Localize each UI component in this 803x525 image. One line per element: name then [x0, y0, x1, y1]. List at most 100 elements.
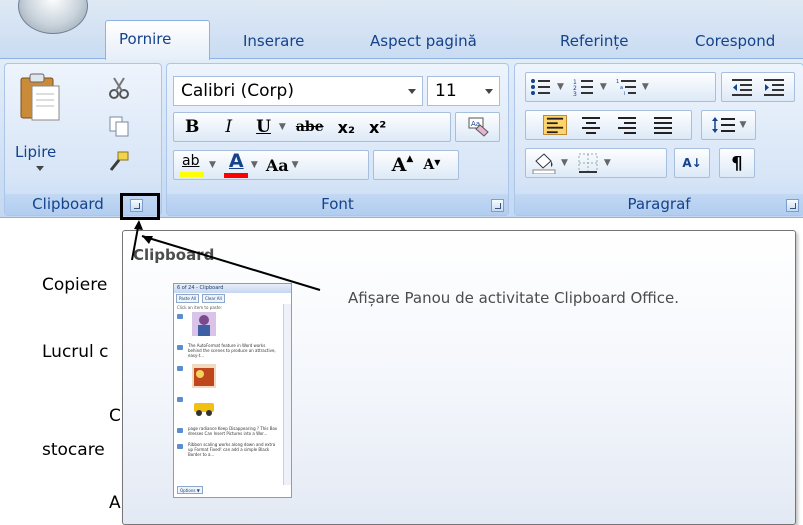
bold-button[interactable]: B — [185, 117, 199, 137]
picture-thumbnail-icon — [192, 364, 216, 388]
line-spacing-button[interactable]: ▼ — [701, 110, 756, 140]
pane-hint: Click an item to paste: — [177, 305, 223, 310]
highlight-dropdown-icon[interactable]: ▼ — [209, 160, 216, 170]
svg-text:1: 1 — [616, 79, 619, 85]
font-color-swatch — [223, 173, 248, 178]
indent-buttons-row — [721, 72, 795, 102]
superscript-button[interactable]: x² — [369, 118, 386, 137]
tab-inserare[interactable]: Inserare — [243, 26, 304, 58]
paste-dropdown-arrow[interactable] — [36, 166, 44, 171]
tab-corespondenta[interactable]: Corespond — [695, 26, 775, 58]
shrink-font-button[interactable]: A▼ — [423, 157, 440, 173]
highlight-color-swatch — [180, 172, 204, 177]
underline-button[interactable]: U — [256, 117, 271, 137]
show-paragraph-marks-button[interactable]: ¶ — [719, 148, 755, 178]
clipboard-item-icon — [177, 366, 183, 371]
font-group-label: Font — [167, 194, 508, 215]
pane-scrollbar — [283, 304, 291, 485]
sort-button[interactable]: A↓ — [674, 148, 710, 178]
subscript-button[interactable]: x₂ — [338, 118, 355, 137]
change-case-dropdown-icon[interactable]: ▼ — [292, 160, 299, 170]
align-center-icon[interactable] — [579, 115, 603, 135]
clipboard-item-icon — [177, 345, 183, 350]
font-color-row: ab ▼ A ▼ Aa ▼ — [173, 150, 369, 180]
pane-item: Ribbon scaling works along down and extr… — [174, 442, 291, 457]
borders-dropdown-icon[interactable]: ▼ — [604, 158, 611, 168]
clear-formatting-button[interactable]: Aa — [455, 112, 500, 142]
document-line: Copiere — [42, 275, 108, 295]
font-dialog-launcher[interactable] — [491, 199, 504, 212]
pilcrow-icon: ¶ — [731, 152, 743, 174]
clear-all-button: Clear All — [202, 294, 225, 303]
tab-aspect-pagina[interactable]: Aspect pagină — [370, 26, 477, 58]
font-name-dropdown-icon[interactable] — [408, 89, 416, 94]
shading-dropdown-icon[interactable]: ▼ — [561, 158, 568, 168]
svg-text:3: 3 — [573, 91, 577, 97]
clipboard-item-icon — [177, 428, 183, 433]
line-spacing-icon — [711, 117, 735, 133]
tab-referinte[interactable]: Referințe — [560, 26, 628, 58]
picture-thumbnail-icon — [192, 395, 216, 419]
sort-icon: A↓ — [682, 155, 702, 170]
paragraph-group-label: Paragraf — [515, 194, 803, 215]
paste-all-button: Paste All — [176, 294, 200, 303]
shading-border-row: ▼ ▼ — [525, 148, 667, 178]
decrease-indent-icon[interactable] — [730, 77, 754, 97]
paste-button[interactable]: Lipire — [11, 70, 69, 174]
copy-icon[interactable] — [107, 114, 131, 138]
pane-item: page radiance Keep Disappearing ? This B… — [174, 426, 291, 436]
shading-icon[interactable] — [532, 152, 556, 174]
pane-titlebar: 6 of 24 - Clipboard — [174, 284, 291, 293]
bullets-icon[interactable] — [530, 77, 552, 97]
paste-icon — [20, 73, 60, 121]
align-left-icon[interactable] — [542, 115, 567, 135]
clear-formatting-icon: Aa — [468, 117, 489, 137]
change-case-button[interactable]: Aa — [266, 156, 289, 175]
font-group: Calibri (Corp) 11 B I U ▼ abe x₂ x² Aa a… — [166, 63, 509, 216]
svg-text:i: i — [624, 91, 625, 97]
font-size-dropdown-icon[interactable] — [485, 89, 493, 94]
paste-label: Lipire — [15, 143, 57, 161]
document-line: Lucrul c — [42, 342, 109, 362]
document-line: A — [109, 493, 121, 513]
highlight-color-button[interactable]: ab — [180, 153, 206, 177]
font-format-row: B I U ▼ abe x₂ x² — [173, 112, 451, 142]
ribbon-tab-strip: Pornire Inserare Aspect pagină Referințe… — [0, 0, 803, 60]
increase-indent-icon[interactable] — [762, 77, 786, 97]
font-color-button[interactable]: A — [223, 150, 248, 178]
clipboard-item-icon — [177, 444, 183, 449]
pane-item: The AutoFormat feature in Word works beh… — [174, 343, 291, 358]
document-line: stocare — [42, 440, 105, 460]
underline-dropdown-icon[interactable]: ▼ — [279, 122, 286, 132]
paragraph-group: ▼ 1 2 3 ▼ 1 a i ▼ ▼ ▼ ▼ A↓ ¶ Paragraf — [514, 63, 803, 216]
bullets-dropdown-icon[interactable]: ▼ — [557, 82, 564, 92]
alignment-buttons-row — [525, 110, 692, 140]
tab-pornire[interactable]: Pornire — [105, 20, 210, 60]
font-name-field[interactable]: Calibri (Corp) — [173, 76, 423, 106]
pane-options-button: Options ▼ — [177, 486, 203, 494]
clipboard-item-icon — [177, 314, 183, 319]
pane-item — [174, 395, 291, 420]
font-size-field[interactable]: 11 — [427, 76, 500, 106]
document-line: C — [109, 406, 121, 426]
strikethrough-button[interactable]: abe — [296, 119, 324, 135]
cut-icon[interactable] — [107, 76, 131, 100]
office-button[interactable] — [18, 0, 88, 34]
italic-button[interactable]: I — [225, 117, 232, 137]
svg-text:a: a — [620, 85, 623, 91]
align-right-icon[interactable] — [615, 115, 639, 135]
pane-item — [174, 364, 291, 389]
clipboard-item-icon — [177, 397, 183, 402]
borders-icon[interactable] — [577, 152, 599, 174]
grow-font-button[interactable]: A▲ — [392, 154, 414, 176]
paragraph-dialog-launcher[interactable] — [786, 199, 799, 212]
justify-icon[interactable] — [651, 115, 675, 135]
multilevel-dropdown-icon[interactable]: ▼ — [642, 82, 649, 92]
picture-thumbnail-icon — [192, 312, 216, 336]
format-painter-icon[interactable] — [107, 150, 131, 174]
multilevel-list-icon[interactable]: 1 a i — [616, 77, 638, 97]
font-color-dropdown-icon[interactable]: ▼ — [251, 160, 258, 170]
numbering-icon[interactable]: 1 2 3 — [573, 77, 595, 97]
pane-item — [174, 312, 291, 337]
numbering-dropdown-icon[interactable]: ▼ — [600, 82, 607, 92]
